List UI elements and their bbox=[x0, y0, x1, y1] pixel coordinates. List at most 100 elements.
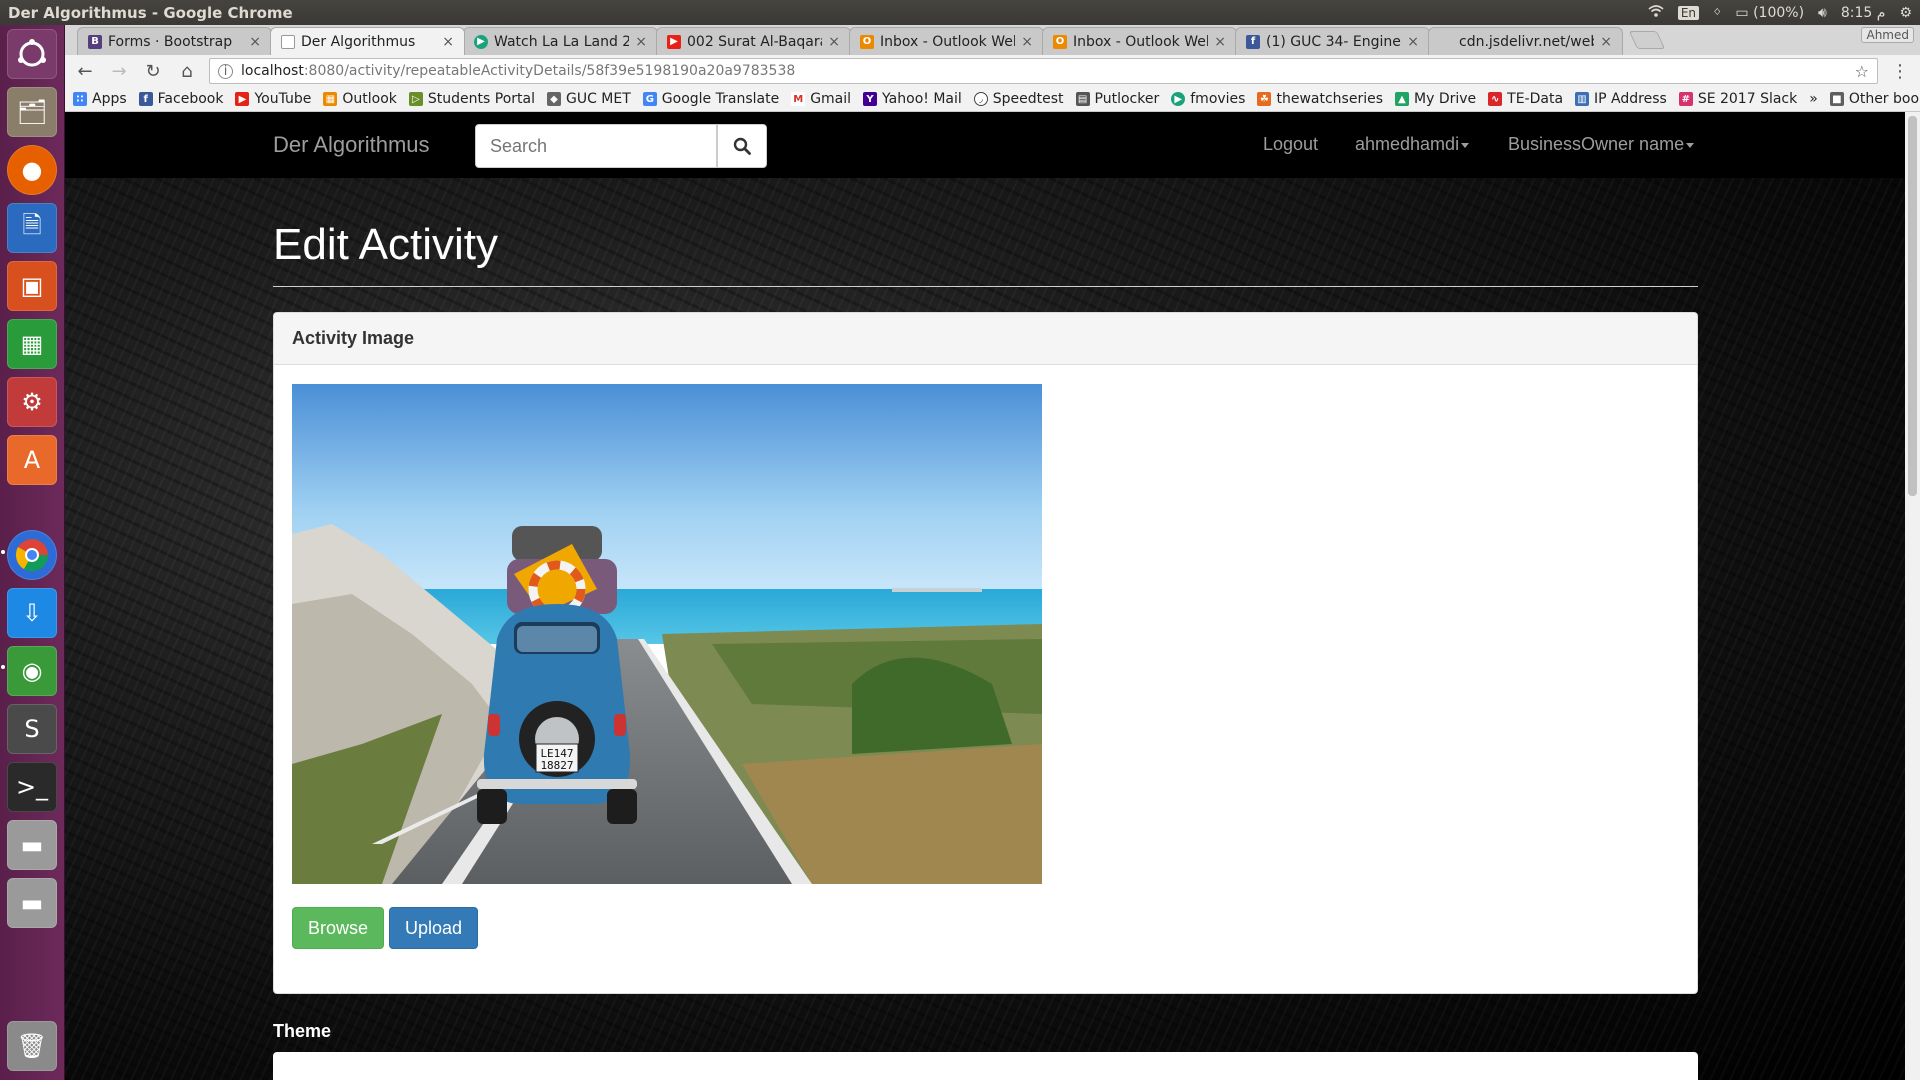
bookmark-thewatchseries[interactable]: ☘ thewatchseries bbox=[1257, 91, 1383, 107]
bookmark-label: Other bookmarks bbox=[1848, 91, 1920, 107]
sublime-text-icon[interactable]: S bbox=[7, 704, 57, 754]
browser-tab[interactable]: O Inbox - Outlook Web × bbox=[1042, 27, 1237, 55]
bookmark-label: Students Portal bbox=[427, 91, 535, 107]
wifi-icon[interactable] bbox=[1648, 4, 1664, 22]
trash-icon[interactable]: 🗑︎ bbox=[7, 1021, 57, 1071]
home-icon[interactable]: ⌂ bbox=[175, 59, 199, 83]
calc-icon[interactable]: ▦ bbox=[7, 319, 57, 369]
outlook-favicon-icon: O bbox=[1053, 34, 1067, 49]
writer-icon[interactable]: 🗎︎ bbox=[7, 203, 57, 253]
browser-tab[interactable]: O Inbox - Outlook Web × bbox=[849, 27, 1044, 55]
outlook-favicon-icon: O bbox=[860, 34, 874, 49]
caret-down-icon bbox=[1461, 142, 1470, 148]
bookmark-guc-met[interactable]: ◆ GUC MET bbox=[546, 91, 631, 107]
close-icon[interactable]: × bbox=[1214, 34, 1226, 50]
browser-tab[interactable]: ▶ Watch La La Land 20 × bbox=[463, 27, 658, 55]
close-icon[interactable]: × bbox=[1407, 34, 1419, 50]
bluetooth-icon[interactable]: ᛜ bbox=[1713, 5, 1721, 21]
site-brand[interactable]: Der Algorithmus bbox=[273, 132, 430, 158]
bookmark-te-data[interactable]: ∿ TE-Data bbox=[1488, 91, 1563, 107]
search-button[interactable] bbox=[717, 124, 767, 168]
drive-icon[interactable]: ▬ bbox=[7, 820, 57, 870]
bookmark-gmail[interactable]: M Gmail bbox=[791, 91, 851, 107]
bookmark-outlook[interactable]: ▦ Outlook bbox=[323, 91, 397, 107]
page-scrollbar[interactable] bbox=[1905, 112, 1920, 1080]
address-bar[interactable]: i localhost :8080/activity/repeatableAct… bbox=[209, 58, 1878, 84]
firefox-icon[interactable]: ● bbox=[7, 145, 57, 195]
role-dropdown[interactable]: BusinessOwner name bbox=[1508, 134, 1695, 155]
user-dropdown[interactable]: ahmedhamdi bbox=[1355, 134, 1470, 155]
close-icon[interactable]: × bbox=[249, 34, 261, 50]
other-bookmarks-folder[interactable]: ■ Other bookmarks bbox=[1829, 91, 1920, 107]
bookmark-google-translate[interactable]: G Google Translate bbox=[642, 91, 779, 107]
chrome-icon[interactable] bbox=[7, 530, 57, 580]
bookmark-students-portal[interactable]: ▷ Students Portal bbox=[408, 91, 535, 107]
gear-icon[interactable]: ⚙ bbox=[1899, 5, 1912, 21]
google-drive-icon: ▲ bbox=[1395, 92, 1409, 106]
terminal-icon[interactable]: >_ bbox=[7, 762, 57, 812]
back-arrow-icon[interactable]: ← bbox=[73, 59, 97, 83]
office-icon: ▦ bbox=[323, 92, 338, 106]
battery-icon: ▭ bbox=[1735, 4, 1749, 21]
browse-button[interactable]: Browse bbox=[292, 907, 384, 949]
clock[interactable]: 8:15 م bbox=[1841, 5, 1886, 21]
bookmark-label: GUC MET bbox=[565, 91, 631, 107]
search-input[interactable] bbox=[475, 124, 717, 168]
running-indicator bbox=[1, 550, 5, 554]
translate-icon: G bbox=[642, 92, 657, 106]
close-icon[interactable]: × bbox=[635, 34, 647, 50]
tab-label: cdn.jsdelivr.net/web bbox=[1459, 33, 1595, 50]
bookmark-star-icon[interactable]: ☆ bbox=[1855, 62, 1869, 81]
close-icon[interactable]: × bbox=[828, 34, 840, 50]
chevron-right-icon: » bbox=[1809, 91, 1818, 107]
impress-icon[interactable]: ▣ bbox=[7, 261, 57, 311]
android-studio-icon[interactable]: ◉ bbox=[7, 646, 57, 696]
youtube-favicon-icon: ▶ bbox=[667, 34, 681, 49]
bookmark-label: thewatchseries bbox=[1276, 91, 1383, 107]
bookmark-speedtest[interactable]: ◞ Speedtest bbox=[973, 91, 1064, 107]
software-center-icon[interactable]: A bbox=[7, 435, 57, 485]
ubuntu-dash-icon[interactable] bbox=[7, 29, 57, 79]
close-icon[interactable]: × bbox=[442, 34, 454, 50]
bookmark-fmovies[interactable]: ▶ fmovies bbox=[1171, 91, 1245, 107]
browser-tab[interactable]: cdn.jsdelivr.net/web × bbox=[1428, 27, 1623, 55]
update-manager-icon[interactable]: ⇩ bbox=[7, 588, 57, 638]
battery-indicator[interactable]: ▭ (100%) bbox=[1735, 5, 1804, 21]
system-settings-icon[interactable]: ⚙ bbox=[7, 377, 57, 427]
new-tab-button[interactable] bbox=[1628, 31, 1666, 49]
gmail-icon: M bbox=[791, 92, 806, 106]
profile-button[interactable]: Ahmed bbox=[1861, 27, 1914, 43]
browser-tab-active[interactable]: Der Algorithmus × bbox=[270, 27, 465, 55]
drive-icon[interactable]: ▬ bbox=[7, 878, 57, 928]
window-title: Der Algorithmus - Google Chrome bbox=[8, 3, 293, 22]
info-icon[interactable]: i bbox=[218, 63, 233, 79]
tab-label: Forms · Bootstrap bbox=[108, 33, 233, 50]
bookmark-apps[interactable]: ∷ Apps bbox=[73, 91, 127, 107]
battery-label: (100%) bbox=[1753, 4, 1805, 21]
browser-tab[interactable]: ▶ 002 Surat Al-Baqarah × bbox=[656, 27, 851, 55]
bookmarks-overflow-button[interactable]: » bbox=[1809, 91, 1818, 107]
bookmark-se-slack[interactable]: # SE 2017 Slack bbox=[1678, 91, 1797, 107]
close-icon[interactable]: × bbox=[1021, 34, 1033, 50]
keyboard-language[interactable]: En bbox=[1677, 5, 1699, 20]
upload-button[interactable]: Upload bbox=[389, 907, 478, 949]
close-icon[interactable]: × bbox=[1600, 34, 1612, 50]
bookmark-ip-address[interactable]: ▥ IP Address bbox=[1575, 91, 1667, 107]
browser-tab[interactable]: B Forms · Bootstrap × bbox=[77, 27, 272, 55]
forward-arrow-icon[interactable]: → bbox=[107, 59, 131, 83]
bookmark-putlocker[interactable]: ▤ Putlocker bbox=[1075, 91, 1159, 107]
files-icon[interactable]: 🗂︎ bbox=[7, 87, 57, 137]
menu-icon[interactable]: ⋮ bbox=[1888, 59, 1912, 83]
volume-icon[interactable]: 🔊︎ bbox=[1818, 5, 1827, 21]
browser-toolbar: ← → ↻ ⌂ i localhost :8080/activity/repea… bbox=[65, 55, 1920, 87]
bookmark-youtube[interactable]: ▶ YouTube bbox=[235, 91, 311, 107]
browser-tab[interactable]: f (1) GUC 34- Engineer × bbox=[1235, 27, 1430, 55]
bookmark-facebook[interactable]: f Facebook bbox=[138, 91, 223, 107]
bookmark-yahoo-mail[interactable]: Y Yahoo! Mail bbox=[863, 91, 962, 107]
facebook-favicon-icon: f bbox=[1246, 34, 1260, 49]
bookmark-my-drive[interactable]: ▲ My Drive bbox=[1395, 91, 1476, 107]
user-dropdown-label: ahmedhamdi bbox=[1355, 134, 1460, 154]
logout-link[interactable]: Logout bbox=[1263, 134, 1318, 155]
scrollbar-thumb[interactable] bbox=[1908, 116, 1917, 496]
reload-icon[interactable]: ↻ bbox=[141, 59, 165, 83]
